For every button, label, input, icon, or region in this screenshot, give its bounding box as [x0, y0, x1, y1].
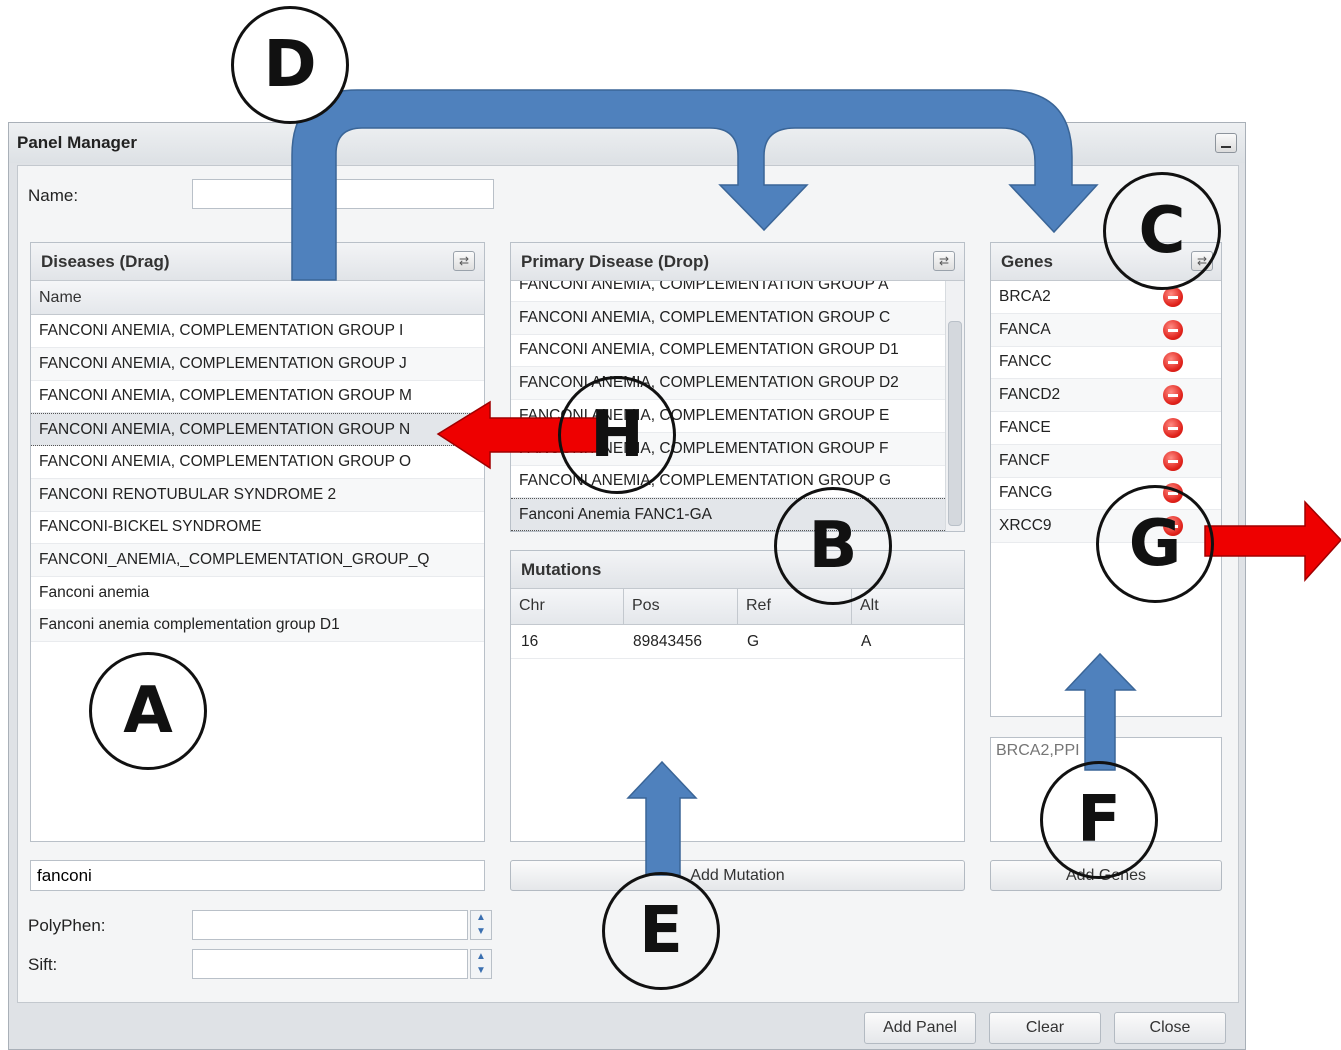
callout-h: H — [558, 376, 676, 494]
drag-arc-arrow — [291, 89, 1099, 281]
callout-d: D — [231, 6, 349, 124]
callout-a: A — [89, 652, 207, 770]
callout-e: E — [602, 872, 720, 990]
up-arrow-f — [1064, 652, 1137, 771]
callout-c: C — [1103, 172, 1221, 290]
callout-f: F — [1040, 761, 1158, 879]
callout-g: G — [1096, 485, 1214, 603]
up-arrow-e — [626, 760, 698, 876]
red-arrow-g — [1204, 500, 1341, 582]
callout-b: B — [774, 487, 892, 605]
